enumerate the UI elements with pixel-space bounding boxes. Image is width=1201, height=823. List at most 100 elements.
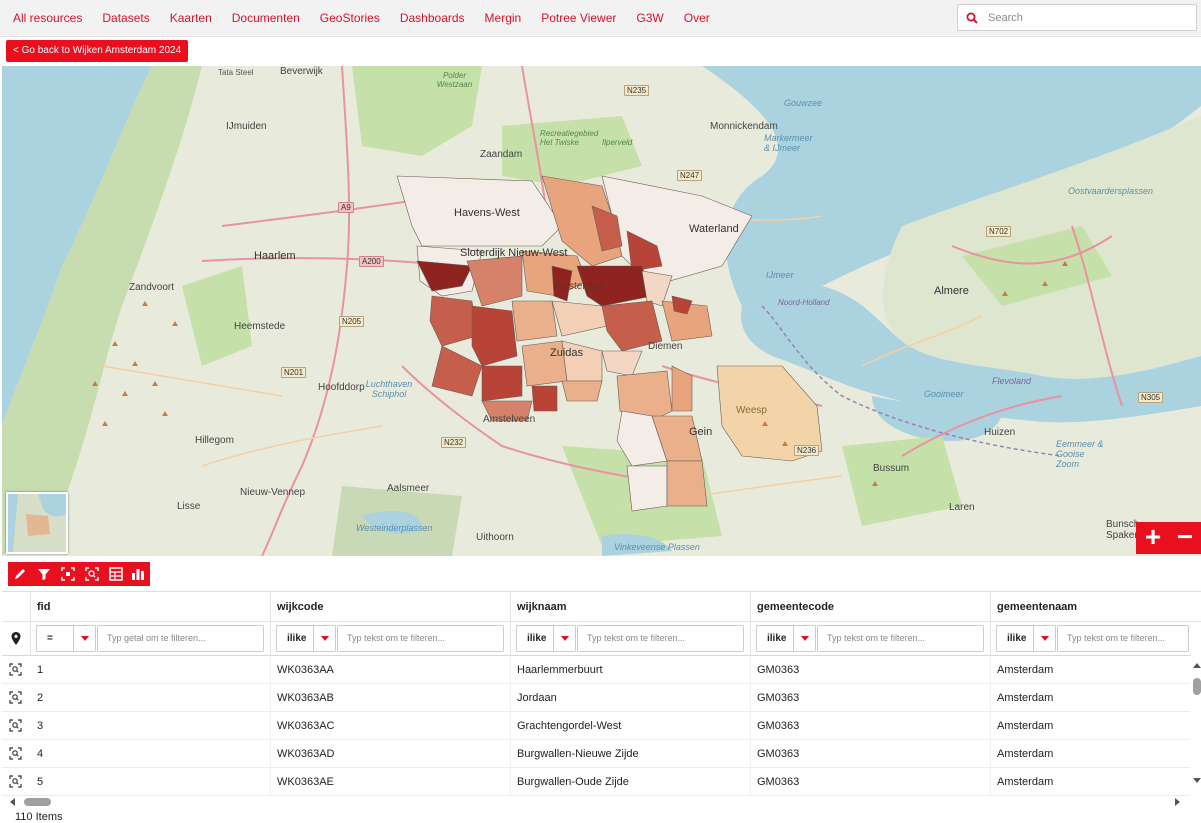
- map-label-gouwzee: Gouwzee: [784, 98, 823, 108]
- filter-input-gemeentenaam[interactable]: Typ tekst om te filteren...: [1057, 625, 1189, 652]
- cell-wijknaam: Burgwallen-Nieuwe Zijde: [511, 740, 751, 768]
- chevron-down-icon: [313, 626, 335, 651]
- road-label-n236: N236: [794, 445, 820, 456]
- cell-wijknaam: Grachtengordel-West: [511, 712, 751, 740]
- map-label-almere: Almere: [934, 285, 969, 297]
- zoom-to-feature-icon[interactable]: [9, 691, 22, 704]
- item-count: 110 Items: [15, 811, 63, 823]
- filter-operator-fid[interactable]: =: [36, 625, 96, 652]
- horizontal-scrollbar[interactable]: [2, 795, 1190, 807]
- filter-icon[interactable]: [36, 566, 52, 582]
- cell-gemeentenaam: Amsterdam: [997, 692, 1054, 704]
- nav-geostories[interactable]: GeoStories: [320, 11, 380, 25]
- vertical-scrollbar[interactable]: [1191, 656, 1201, 796]
- nav-datasets[interactable]: Datasets: [102, 11, 149, 25]
- map-label-polder: Polder Westzaan: [436, 71, 473, 89]
- map-label-waterland: Waterland: [689, 223, 739, 235]
- filter-input-wijknaam[interactable]: Typ tekst om te filteren...: [577, 625, 744, 652]
- zoom-controls: + −: [1136, 522, 1201, 554]
- zoom-to-feature-icon[interactable]: [9, 775, 22, 788]
- search-box[interactable]: [957, 4, 1197, 31]
- filter-operator-wijkcode[interactable]: ilike: [276, 625, 336, 652]
- filter-cell-wijkcode: ilike Typ tekst om te filteren...: [271, 622, 511, 656]
- cell-wijkcode: WK0363AE: [271, 768, 511, 796]
- column-header-wijkcode[interactable]: wijkcode: [271, 592, 511, 622]
- vertical-scrollbar-graphic: [1193, 663, 1201, 783]
- table-row[interactable]: 2 WK0363AB Jordaan GM0363 Amsterdam: [2, 684, 1190, 712]
- table-settings-icon[interactable]: [108, 566, 124, 582]
- column-header-fid[interactable]: fid: [31, 592, 271, 622]
- chevron-down-icon: [553, 626, 575, 651]
- nav-all-resources[interactable]: All resources: [13, 11, 82, 25]
- map-label-heemstede: Heemstede: [234, 321, 286, 332]
- map-label-hoofddorp: Hoofddorp: [318, 382, 365, 393]
- cell-fid: 3: [31, 712, 271, 740]
- map-label-uithoorn: Uithoorn: [476, 532, 514, 543]
- map-label-recreatiegebied: Recreatiegebied Het Twiske: [540, 129, 599, 147]
- nav-over[interactable]: Over: [684, 11, 710, 25]
- filter-input-gemeentecode[interactable]: Typ tekst om te filteren...: [817, 625, 984, 652]
- filter-spacer: [2, 622, 31, 656]
- filter-input-fid[interactable]: Typ getal om te filteren...: [97, 625, 264, 652]
- back-button[interactable]: < Go back to Wijken Amsterdam 2024: [6, 40, 189, 62]
- filter-operator-gemeentenaam[interactable]: ilike: [996, 625, 1056, 652]
- zoom-in-button[interactable]: +: [1137, 522, 1169, 554]
- column-header-gemeentecode[interactable]: gemeentecode: [751, 592, 991, 622]
- road-label-n201: N201: [281, 367, 307, 378]
- horizontal-scrollbar-graphic: [10, 798, 1180, 806]
- cell-wijknaam: Haarlemmerbuurt: [511, 656, 751, 684]
- nav-mergin[interactable]: Mergin: [485, 11, 522, 25]
- map-label-hillegom: Hillegom: [195, 435, 234, 446]
- nav-documenten[interactable]: Documenten: [232, 11, 300, 25]
- road-label-n235: N235: [624, 85, 650, 96]
- zoom-to-feature-icon[interactable]: [9, 663, 22, 676]
- nav-g3w[interactable]: G3W: [636, 11, 663, 25]
- table-row[interactable]: 1 WK0363AA Haarlemmerbuurt GM0363 Amster…: [2, 656, 1190, 684]
- map-view[interactable]: Havens-West Sloterdijk Nieuw-West Waterl…: [2, 66, 1201, 556]
- zoom-to-feature-icon[interactable]: [9, 747, 22, 760]
- cell-gemeentecode: GM0363: [751, 684, 991, 712]
- column-header-wijknaam[interactable]: wijknaam: [511, 592, 751, 622]
- map-label-amstelveen: Amstelveen: [483, 414, 536, 425]
- map-label-laren: Laren: [949, 502, 975, 513]
- map-label-eemmeer: Eemmeer & Gooise Zoom: [1056, 439, 1104, 469]
- column-header-gemeentenaam[interactable]: gemeentenaam: [991, 592, 1201, 622]
- nav-potree-viewer[interactable]: Potree Viewer: [541, 11, 616, 25]
- map-label-huizen: Huizen: [984, 427, 1016, 438]
- road-label-n247: N247: [677, 170, 703, 181]
- filter-cell-fid: = Typ getal om te filteren...: [31, 622, 271, 656]
- map-label-zaandam: Zaandam: [480, 149, 523, 160]
- zoom-to-feature-icon[interactable]: [9, 719, 22, 732]
- zoom-out-button[interactable]: −: [1169, 522, 1201, 554]
- map-label-diemen: Diemen: [648, 341, 683, 352]
- location-pin-icon[interactable]: [11, 632, 21, 645]
- map-label-oostvaardersplassen: Oostvaardersplassen: [1068, 186, 1154, 196]
- map-label-ilperveld: Ilperveld: [602, 138, 633, 147]
- nav-dashboards[interactable]: Dashboards: [400, 11, 465, 25]
- map-label-markermeer: Markermeer & IJmeer: [764, 133, 813, 153]
- cell-gemeentecode: GM0363: [751, 768, 991, 796]
- chart-icon[interactable]: [130, 566, 146, 582]
- filter-input-wijkcode[interactable]: Typ tekst om te filteren...: [337, 625, 504, 652]
- table-row[interactable]: 4 WK0363AD Burgwallen-Nieuwe Zijde GM036…: [2, 740, 1190, 768]
- nav-kaarten[interactable]: Kaarten: [170, 11, 212, 25]
- nav-links: All resources Datasets Kaarten Documente…: [13, 11, 730, 25]
- cell-wijkcode: WK0363AD: [271, 740, 511, 768]
- map-label-gooimeer: Gooimeer: [924, 389, 964, 399]
- map-label-noord-holland: Noord-Holland: [778, 298, 830, 307]
- zoom-to-filter-icon[interactable]: [84, 566, 100, 582]
- table-row[interactable]: 3 WK0363AC Grachtengordel-West GM0363 Am…: [2, 712, 1190, 740]
- cell-gemeentenaam: Amsterdam: [997, 776, 1054, 788]
- search-input[interactable]: [988, 9, 1188, 27]
- zoom-to-selection-icon[interactable]: [60, 566, 76, 582]
- filter-operator-wijknaam[interactable]: ilike: [516, 625, 576, 652]
- road-label-n702: N702: [986, 226, 1012, 237]
- map-label-aalsmeer: Aalsmeer: [387, 483, 430, 494]
- map-label-sloterdijk: Sloterdijk Nieuw-West: [460, 247, 568, 259]
- cell-fid: 5: [31, 768, 271, 796]
- overview-minimap[interactable]: [6, 492, 68, 554]
- filter-operator-gemeentecode[interactable]: ilike: [756, 625, 816, 652]
- map-label-haarlem: Haarlem: [254, 250, 296, 262]
- table-row[interactable]: 5 WK0363AE Burgwallen-Oude Zijde GM0363 …: [2, 768, 1190, 796]
- pencil-icon[interactable]: [12, 566, 28, 582]
